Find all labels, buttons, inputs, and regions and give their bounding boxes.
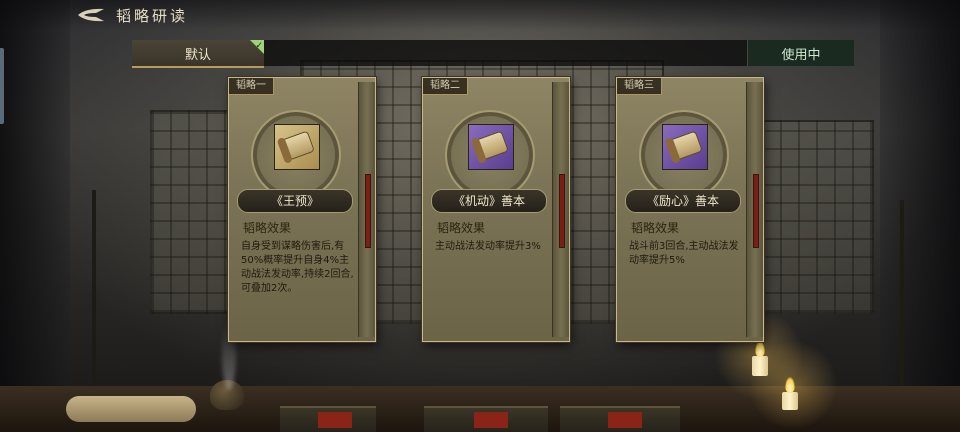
in-use-button[interactable]: 使用中	[747, 40, 854, 66]
strategy-card[interactable]: 韬略一 《王预》 韬略效果 自身受到谋略伤害后,有50%概率提升自身4%主动战法…	[228, 77, 376, 342]
card-slot-label: 韬略二	[423, 78, 468, 95]
card-rail	[746, 82, 763, 337]
effect-description: 战斗前3回合,主动战法发动率提升5%	[629, 241, 739, 266]
check-icon: ✓	[250, 40, 264, 54]
lattice-window	[150, 110, 234, 314]
back-button[interactable]	[74, 7, 106, 23]
effect-label: 韬略效果	[631, 221, 680, 235]
strategy-card[interactable]: 韬略二 《机动》善本 韬略效果 主动战法发动率提升3%	[422, 77, 570, 342]
flame-icon	[785, 377, 795, 393]
book	[280, 406, 376, 432]
card-rail	[552, 82, 569, 337]
candle-icon	[752, 356, 768, 376]
scroll-roll	[66, 396, 196, 422]
flame-icon	[755, 341, 765, 357]
icon-medallion	[445, 110, 535, 200]
candle-stand	[900, 200, 904, 400]
scroll-icon	[468, 124, 514, 170]
in-use-label: 使用中	[781, 48, 821, 63]
tab-default[interactable]: 默认 ✓	[132, 40, 264, 68]
card-name: 《王预》	[237, 189, 353, 213]
effect-label: 韬略效果	[243, 221, 292, 235]
candle-icon	[782, 392, 798, 410]
strategy-card[interactable]: 韬略三 《励心》善本 韬略效果 战斗前3回合,主动战法发动率提升5%	[616, 77, 764, 342]
side-handle[interactable]	[0, 48, 4, 124]
curtain-left	[0, 0, 70, 432]
icon-medallion	[251, 110, 341, 200]
back-arrow-icon	[78, 8, 104, 22]
candle-stand	[92, 190, 96, 390]
lattice-window	[760, 120, 874, 314]
book	[560, 406, 680, 432]
card-name: 《励心》善本	[625, 189, 741, 213]
bamboo-scroll-icon	[274, 124, 320, 170]
card-slot-label: 韬略一	[229, 78, 274, 95]
top-bar: 韬略研读	[0, 0, 960, 30]
page-title: 韬略研读	[116, 7, 189, 25]
card-name: 《机动》善本	[431, 189, 547, 213]
scroll-icon	[662, 124, 708, 170]
tab-bar: 默认 ✓ 使用中	[132, 40, 854, 68]
effect-label: 韬略效果	[437, 221, 486, 235]
effect-description: 主动战法发动率提升3%	[435, 241, 541, 252]
card-rail	[358, 82, 375, 337]
curtain-right	[880, 0, 960, 432]
book	[424, 406, 548, 432]
icon-medallion	[639, 110, 729, 200]
tab-default-label: 默认	[184, 48, 211, 63]
effect-description: 自身受到谋略伤害后,有50%概率提升自身4%主动战法发动率,持续2回合,可叠加2…	[241, 241, 354, 294]
card-slot-label: 韬略三	[617, 78, 662, 95]
